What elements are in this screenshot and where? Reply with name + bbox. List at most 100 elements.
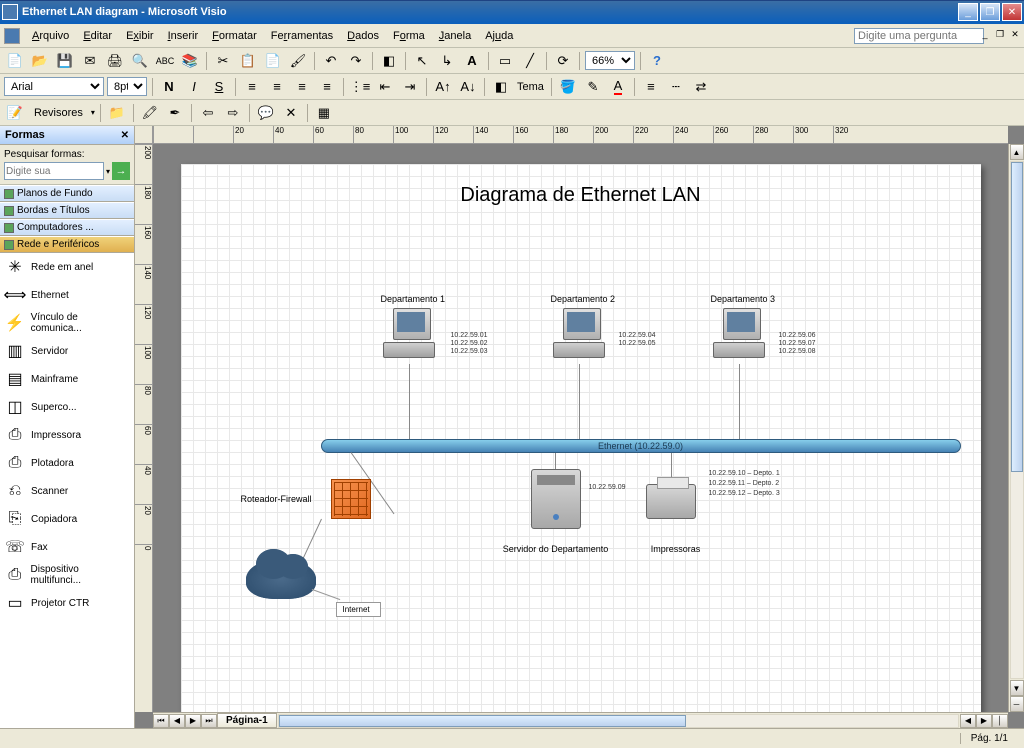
stencil-computadores[interactable]: Computadores ... xyxy=(0,219,134,236)
align-center-button[interactable]: ≡ xyxy=(266,76,288,98)
format-painter-button[interactable]: 🖌 xyxy=(287,50,309,72)
minimize-button[interactable]: _ xyxy=(958,3,978,21)
server-shape[interactable] xyxy=(531,469,581,529)
diagram-title[interactable]: Diagrama de Ethernet LAN xyxy=(181,184,981,207)
v-scroll-thumb[interactable] xyxy=(1011,162,1023,472)
save-button[interactable]: 💾 xyxy=(54,50,76,72)
stencil-rede[interactable]: Rede e Periféricos xyxy=(0,236,134,253)
research-button[interactable]: 📚 xyxy=(179,50,201,72)
align-left-button[interactable]: ≡ xyxy=(241,76,263,98)
shape-item-7[interactable]: ⎙Plotadora xyxy=(0,449,134,477)
close-button[interactable]: ✕ xyxy=(1002,3,1022,21)
internet-callout[interactable]: Internet xyxy=(336,602,381,617)
indent-decrease-button[interactable]: ⇤ xyxy=(374,76,396,98)
undo-button[interactable]: ↶ xyxy=(320,50,342,72)
dept-2[interactable]: Departamento 2 xyxy=(551,294,616,358)
review-panel-button[interactable]: ▦ xyxy=(313,102,335,124)
shape-item-4[interactable]: ▤Mainframe xyxy=(0,365,134,393)
cut-button[interactable]: ✂ xyxy=(212,50,234,72)
menu-ajuda[interactable]: Ajuda xyxy=(479,28,519,44)
underline-button[interactable]: S xyxy=(208,76,230,98)
menu-inserir[interactable]: Inserir xyxy=(162,28,205,44)
font-size-down-button[interactable]: A↓ xyxy=(457,76,479,98)
printer-label[interactable]: Impressoras xyxy=(641,544,711,554)
stencil-bordas[interactable]: Bordas e Títulos xyxy=(0,202,134,219)
menu-forma[interactable]: Forma xyxy=(387,28,431,44)
shape-item-6[interactable]: ⎙Impressora xyxy=(0,421,134,449)
restore-button[interactable]: ❐ xyxy=(980,3,1000,21)
copy-button[interactable]: 📋 xyxy=(237,50,259,72)
spelling-button[interactable]: ABC xyxy=(154,50,176,72)
dept-3-ips[interactable]: 10.22.59.0610.22.59.0710.22.59.08 xyxy=(779,332,816,356)
dept-3[interactable]: Departamento 3 xyxy=(711,294,776,358)
shapes-search-input[interactable] xyxy=(4,162,104,180)
scroll-up-button[interactable]: ▲ xyxy=(1010,144,1024,160)
review-folder-button[interactable]: 📁 xyxy=(106,102,128,124)
review-new-button[interactable]: 📝 xyxy=(4,102,26,124)
pointer-tool-button[interactable]: ↖ xyxy=(411,50,433,72)
menu-exibir[interactable]: Exibir xyxy=(120,28,160,44)
open-button[interactable]: 📂 xyxy=(29,50,51,72)
connector-dept2[interactable] xyxy=(579,364,580,439)
h-scroll-thumb[interactable] xyxy=(279,715,687,727)
review-highlight-button[interactable]: 🖍 xyxy=(139,102,161,124)
line-pattern-button[interactable]: ┄ xyxy=(665,76,687,98)
scroll-left-button[interactable]: ◀ xyxy=(960,714,976,728)
shape-item-5[interactable]: ◫Superco... xyxy=(0,393,134,421)
line-ends-button[interactable]: ⇄ xyxy=(690,76,712,98)
line-tool-button[interactable]: ╱ xyxy=(519,50,541,72)
indent-increase-button[interactable]: ⇥ xyxy=(399,76,421,98)
paste-button[interactable]: 📄 xyxy=(262,50,284,72)
rotate-button[interactable]: ⟳ xyxy=(552,50,574,72)
line-color-button[interactable]: ✎ xyxy=(582,76,604,98)
horizontal-scrollbar[interactable]: ⏮ ◀ ▶ ⏭ Página-1 ◀ ▶ │ xyxy=(153,712,1008,728)
menu-ferramentas[interactable]: Ferramentas xyxy=(265,28,339,44)
scroll-right-button[interactable]: ▶ xyxy=(976,714,992,728)
tab-prev-button[interactable]: ◀ xyxy=(169,714,185,728)
mail-button[interactable]: ✉ xyxy=(79,50,101,72)
help-button[interactable]: ? xyxy=(646,50,668,72)
shape-item-0[interactable]: ✳Rede em anel xyxy=(0,253,134,281)
doc-close-button[interactable]: ✕ xyxy=(1008,29,1022,43)
dept-1-ips[interactable]: 10.22.59.0110.22.59.0210.22.59.03 xyxy=(451,332,488,356)
theme-label[interactable]: Tema xyxy=(515,81,546,93)
fill-color-button[interactable]: 🪣 xyxy=(557,76,579,98)
doc-minimize-button[interactable]: _ xyxy=(978,29,992,43)
align-right-button[interactable]: ≡ xyxy=(291,76,313,98)
printer-ips[interactable]: 10.22.59.10 – Depto. 110.22.59.11 – Dept… xyxy=(709,469,780,499)
menu-formatar[interactable]: Formatar xyxy=(206,28,263,44)
vsplit-button[interactable]: ─ xyxy=(1010,696,1024,712)
menu-arquivo[interactable]: Arquivo xyxy=(26,28,75,44)
connector-firewall-cloud[interactable] xyxy=(302,519,322,560)
ruler-corner[interactable] xyxy=(135,126,153,144)
ethernet-backbone[interactable]: Ethernet (10.22.59.0) xyxy=(321,439,961,453)
shape-item-3[interactable]: ▥Servidor xyxy=(0,337,134,365)
review-ink-button[interactable]: ✒ xyxy=(164,102,186,124)
page-tab-1[interactable]: Página-1 xyxy=(217,713,277,728)
connector-tool-button[interactable]: ↳ xyxy=(436,50,458,72)
server-label[interactable]: Servidor do Departamento xyxy=(491,544,621,554)
tab-last-button[interactable]: ⏭ xyxy=(201,714,217,728)
bullets-button[interactable]: ⋮≡ xyxy=(349,76,371,98)
ask-question-input[interactable] xyxy=(854,28,984,44)
font-size-up-button[interactable]: A↑ xyxy=(432,76,454,98)
review-next-button[interactable]: ⇨ xyxy=(222,102,244,124)
bold-button[interactable]: N xyxy=(158,76,180,98)
review-delete-button[interactable]: ✕ xyxy=(280,102,302,124)
dept-2-ips[interactable]: 10.22.59.0410.22.59.05 xyxy=(619,332,656,348)
tab-first-button[interactable]: ⏮ xyxy=(153,714,169,728)
connector-dept3[interactable] xyxy=(739,364,740,439)
scroll-down-button[interactable]: ▼ xyxy=(1010,680,1024,696)
font-color-button[interactable]: A xyxy=(607,76,629,98)
redo-button[interactable]: ↷ xyxy=(345,50,367,72)
review-prev-button[interactable]: ⇦ xyxy=(197,102,219,124)
doc-restore-button[interactable]: ❐ xyxy=(993,29,1007,43)
stencil-planos[interactable]: Planos de Fundo xyxy=(0,185,134,202)
ruler-vertical[interactable]: 200180160140120100806040200 xyxy=(135,144,153,712)
shape-item-10[interactable]: ☏Fax xyxy=(0,533,134,561)
vertical-scrollbar[interactable]: ▲ ▼ ─ xyxy=(1008,144,1024,712)
printer-shape[interactable] xyxy=(646,484,696,519)
rectangle-tool-button[interactable]: ▭ xyxy=(494,50,516,72)
shape-item-2[interactable]: ⚡Vínculo de comunica... xyxy=(0,309,134,337)
tab-next-button[interactable]: ▶ xyxy=(185,714,201,728)
